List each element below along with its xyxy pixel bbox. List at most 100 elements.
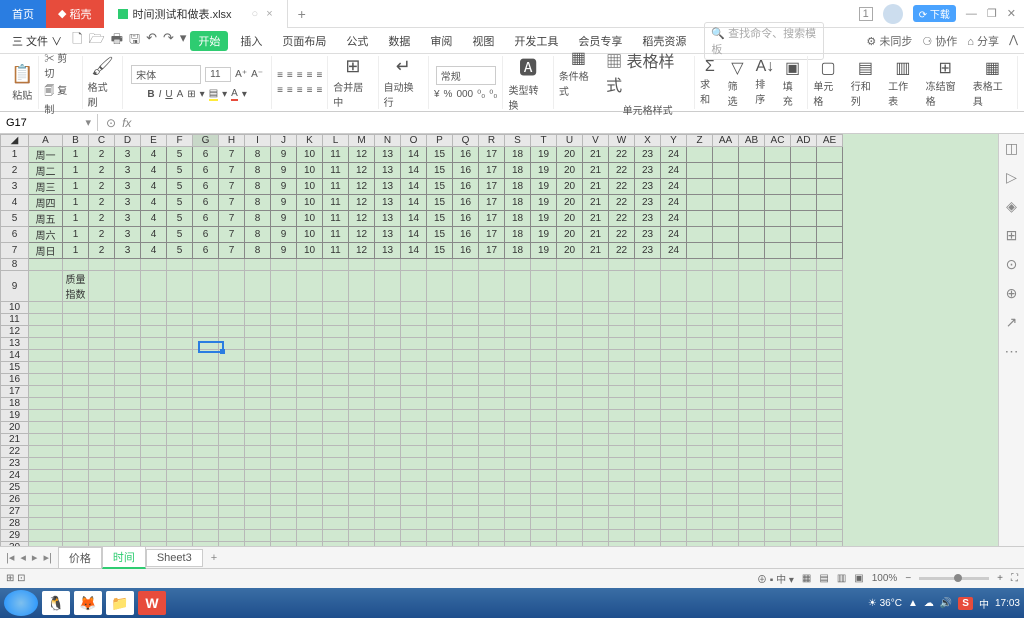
cell-C24[interactable] <box>89 470 115 482</box>
row-header-10[interactable]: 10 <box>1 302 29 314</box>
cell-AC14[interactable] <box>765 350 791 362</box>
cell-AD19[interactable] <box>791 410 817 422</box>
cell-I2[interactable]: 8 <box>245 163 271 179</box>
cell-T7[interactable]: 19 <box>531 243 557 259</box>
cell-O10[interactable] <box>401 302 427 314</box>
cell-S24[interactable] <box>505 470 531 482</box>
cell-P27[interactable] <box>427 506 453 518</box>
nav-first[interactable]: |◂ <box>6 551 14 564</box>
cell-E5[interactable]: 4 <box>141 211 167 227</box>
cell-C28[interactable] <box>89 518 115 530</box>
zoom-slider[interactable] <box>919 577 989 580</box>
name-box[interactable]: G17▾ <box>0 114 98 131</box>
cell-K29[interactable] <box>297 530 323 542</box>
cell-R15[interactable] <box>479 362 505 374</box>
cell-D10[interactable] <box>115 302 141 314</box>
cell-I21[interactable] <box>245 434 271 446</box>
cell-R18[interactable] <box>479 398 505 410</box>
cell-O14[interactable] <box>401 350 427 362</box>
cell-B9[interactable]: 质量指数 <box>63 271 89 302</box>
col-header-AD[interactable]: AD <box>791 135 817 147</box>
cell-Z7[interactable] <box>687 243 713 259</box>
dec-inc[interactable]: ⁰₀ <box>477 89 485 100</box>
cell-AE23[interactable] <box>817 458 843 470</box>
cell-E14[interactable] <box>141 350 167 362</box>
cell-J14[interactable] <box>271 350 297 362</box>
cell-Z29[interactable] <box>687 530 713 542</box>
cell-V15[interactable] <box>583 362 609 374</box>
italic-button[interactable]: I <box>159 89 162 100</box>
cell-AA25[interactable] <box>713 482 739 494</box>
cell-AC12[interactable] <box>765 326 791 338</box>
cell-Q26[interactable] <box>453 494 479 506</box>
cell-K5[interactable]: 10 <box>297 211 323 227</box>
cell-Q22[interactable] <box>453 446 479 458</box>
cell-AA29[interactable] <box>713 530 739 542</box>
cell-O6[interactable]: 14 <box>401 227 427 243</box>
cell-Z11[interactable] <box>687 314 713 326</box>
cell-U12[interactable] <box>557 326 583 338</box>
cell-Z19[interactable] <box>687 410 713 422</box>
cell-H29[interactable] <box>219 530 245 542</box>
cell-N24[interactable] <box>375 470 401 482</box>
cell-O2[interactable]: 14 <box>401 163 427 179</box>
cell-U13[interactable] <box>557 338 583 350</box>
cell-B12[interactable] <box>63 326 89 338</box>
cell-AB8[interactable] <box>739 259 765 271</box>
cell-G16[interactable] <box>193 374 219 386</box>
cell-L25[interactable] <box>323 482 349 494</box>
sort-icon[interactable]: A↓ <box>756 58 775 76</box>
cell-M11[interactable] <box>349 314 375 326</box>
cell-L28[interactable] <box>323 518 349 530</box>
cell-L17[interactable] <box>323 386 349 398</box>
cell-AD26[interactable] <box>791 494 817 506</box>
cell-AD29[interactable] <box>791 530 817 542</box>
cell-AB26[interactable] <box>739 494 765 506</box>
cell-AC30[interactable] <box>765 542 791 547</box>
cell-H22[interactable] <box>219 446 245 458</box>
cell-S5[interactable]: 18 <box>505 211 531 227</box>
cell-I20[interactable] <box>245 422 271 434</box>
cell-L24[interactable] <box>323 470 349 482</box>
cell-E3[interactable]: 4 <box>141 179 167 195</box>
cell-A14[interactable] <box>29 350 63 362</box>
row-header-19[interactable]: 19 <box>1 410 29 422</box>
cell-O25[interactable] <box>401 482 427 494</box>
col-header-H[interactable]: H <box>219 135 245 147</box>
cell-C6[interactable]: 2 <box>89 227 115 243</box>
cell-C1[interactable]: 2 <box>89 147 115 163</box>
cell-N5[interactable]: 13 <box>375 211 401 227</box>
home-tab[interactable]: 首页 <box>0 0 46 28</box>
cell-K27[interactable] <box>297 506 323 518</box>
cell-X18[interactable] <box>635 398 661 410</box>
cell-M9[interactable] <box>349 271 375 302</box>
cell-D24[interactable] <box>115 470 141 482</box>
cell-Z18[interactable] <box>687 398 713 410</box>
cell-R19[interactable] <box>479 410 505 422</box>
cell-X20[interactable] <box>635 422 661 434</box>
cell-AB20[interactable] <box>739 422 765 434</box>
cell-M5[interactable]: 12 <box>349 211 375 227</box>
cell-L12[interactable] <box>323 326 349 338</box>
cell-S29[interactable] <box>505 530 531 542</box>
cell-H3[interactable]: 7 <box>219 179 245 195</box>
cell-B17[interactable] <box>63 386 89 398</box>
cell-L5[interactable]: 11 <box>323 211 349 227</box>
cell-B28[interactable] <box>63 518 89 530</box>
cell-AC27[interactable] <box>765 506 791 518</box>
cell-I9[interactable] <box>245 271 271 302</box>
cell-J7[interactable]: 9 <box>271 243 297 259</box>
cell-S11[interactable] <box>505 314 531 326</box>
qat-undo[interactable]: ↶ <box>146 30 157 52</box>
cell-X3[interactable]: 23 <box>635 179 661 195</box>
cell-W12[interactable] <box>609 326 635 338</box>
cell-Q25[interactable] <box>453 482 479 494</box>
cell-X5[interactable]: 23 <box>635 211 661 227</box>
cell-G30[interactable] <box>193 542 219 547</box>
cell-J1[interactable]: 9 <box>271 147 297 163</box>
cell-Y2[interactable]: 24 <box>661 163 687 179</box>
cell-L26[interactable] <box>323 494 349 506</box>
col-header-Z[interactable]: Z <box>687 135 713 147</box>
cell-AA14[interactable] <box>713 350 739 362</box>
cell-S4[interactable]: 18 <box>505 195 531 211</box>
